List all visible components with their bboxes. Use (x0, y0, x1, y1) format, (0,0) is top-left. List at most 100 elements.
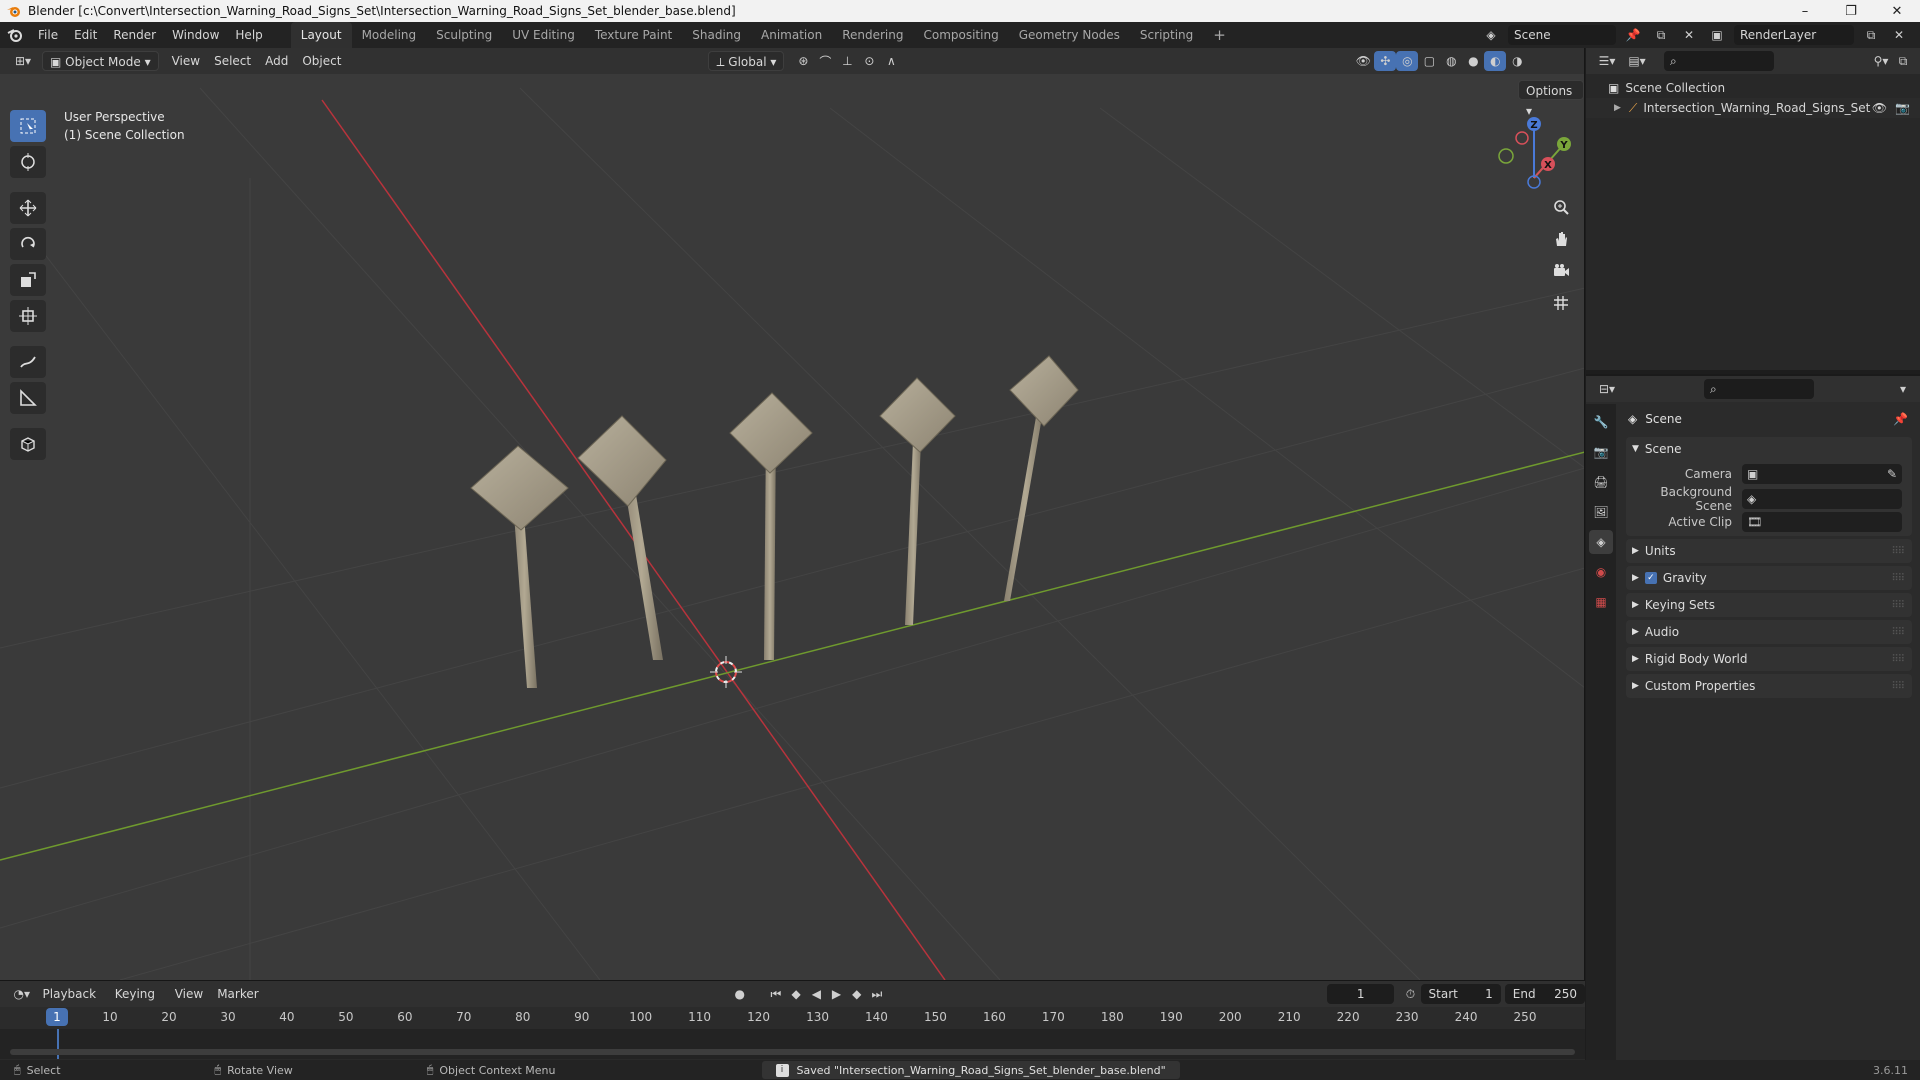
mode-selector[interactable]: ▣ Object Mode ▾ (42, 51, 159, 71)
play-reverse-icon[interactable]: ◀ (806, 984, 826, 1004)
tab-animation[interactable]: Animation (751, 22, 832, 48)
rendered-shading-icon[interactable]: ◑ (1506, 51, 1528, 71)
tool-rotate[interactable] (10, 228, 46, 260)
tool-select-box[interactable] (10, 110, 46, 142)
eye-icon[interactable]: 👁 (1872, 101, 1887, 115)
tab-sculpting[interactable]: Sculpting (426, 22, 502, 48)
options-button[interactable]: Options ▾ (1518, 80, 1584, 118)
tab-shading[interactable]: Shading (682, 22, 751, 48)
add-workspace-button[interactable]: + (1203, 22, 1236, 48)
navigation-gizmo[interactable]: Z Y X (1498, 117, 1571, 189)
camera-view-icon[interactable] (1548, 258, 1574, 284)
pin-icon[interactable]: 📌 (1622, 25, 1644, 45)
next-keyframe-icon[interactable]: ◆ (847, 984, 867, 1004)
eyedropper-icon[interactable]: ✎ (1887, 467, 1897, 481)
texture-tab-icon[interactable]: ▦ (1589, 590, 1613, 614)
panel-keying-sets[interactable]: ▶ Keying Sets ⠿⠿ (1626, 593, 1912, 617)
timeline-editor-type-icon[interactable]: ◔▾ (8, 984, 36, 1004)
view-layer-tab-icon[interactable]: 🖼 (1589, 500, 1613, 524)
outliner-editor-type-icon[interactable]: ☰▾ (1592, 51, 1622, 71)
scene-tab-icon[interactable]: ◈ (1589, 530, 1613, 554)
outliner-search-field[interactable]: ⌕ (1664, 51, 1774, 71)
proportional-edit-icon[interactable]: ⊙ (858, 51, 880, 71)
pivot-icon[interactable]: ⊛ (792, 51, 814, 71)
panel-gravity[interactable]: ▶ ✓ Gravity ⠿⠿ (1626, 566, 1912, 590)
falloff-icon[interactable]: ∧ (880, 51, 902, 71)
menu-marker[interactable]: Marker (210, 984, 265, 1004)
menu-help[interactable]: Help (227, 22, 270, 48)
drag-grip-icon[interactable]: ⠿⠿ (1891, 681, 1905, 692)
render-camera-icon[interactable]: 📷 (1895, 101, 1910, 115)
panel-rigid-body-world[interactable]: ▶ Rigid Body World ⠿⠿ (1626, 647, 1912, 671)
3d-viewport[interactable]: Z Y X ⊞▾ ▣ Object Mode ▾ View Select Add… (0, 48, 1585, 980)
tool-tab-icon[interactable]: 🔧 (1589, 410, 1613, 434)
output-tab-icon[interactable]: 🖨 (1589, 470, 1613, 494)
tool-add-cube[interactable] (10, 428, 46, 460)
start-frame-field[interactable]: Start 1 (1420, 984, 1501, 1004)
drag-grip-icon[interactable]: ⠿⠿ (1891, 546, 1905, 557)
overlay-toggle-icon[interactable]: ◎ (1396, 51, 1419, 71)
tab-modeling[interactable]: Modeling (352, 22, 427, 48)
tool-measure[interactable] (10, 382, 46, 414)
editor-type-icon[interactable]: ⊞▾ (8, 51, 38, 71)
status-report[interactable]: i Saved "Intersection_Warning_Road_Signs_… (761, 1061, 1180, 1079)
zoom-icon[interactable] (1548, 194, 1574, 220)
current-frame-field[interactable]: 1 (1326, 984, 1395, 1004)
tab-scripting[interactable]: Scripting (1130, 22, 1203, 48)
drag-grip-icon[interactable]: ⠿⠿ (1891, 600, 1905, 611)
menu-playback[interactable]: Playback ▾ (36, 984, 108, 1021)
play-icon[interactable]: ▶ (826, 984, 846, 1004)
delete-view-layer-icon[interactable]: ✕ (1888, 25, 1910, 45)
panel-audio[interactable]: ▶ Audio ⠿⠿ (1626, 620, 1912, 644)
snap-target-icon[interactable]: ⊥ (836, 51, 858, 71)
drag-grip-icon[interactable]: ⠿⠿ (1891, 654, 1905, 665)
menu-add[interactable]: Add (258, 51, 295, 71)
drag-grip-icon[interactable]: ⠿⠿ (1891, 627, 1905, 638)
timeline-scrollbar[interactable] (10, 1049, 1575, 1055)
menu-keying[interactable]: Keying ▾ (108, 984, 168, 1021)
properties-editor-type-icon[interactable]: ⊟▾ (1592, 379, 1622, 399)
tab-rendering[interactable]: Rendering (832, 22, 913, 48)
minimize-button[interactable]: – (1782, 0, 1828, 22)
ortho-grid-icon[interactable] (1548, 290, 1574, 316)
delete-scene-icon[interactable]: ✕ (1678, 25, 1700, 45)
menu-object[interactable]: Object (295, 51, 348, 71)
visibility-icon[interactable]: 👁 (1352, 51, 1374, 71)
end-frame-field[interactable]: End 250 (1504, 984, 1586, 1004)
camera-field[interactable]: ▣ ✎ (1742, 463, 1902, 484)
jump-end-icon[interactable]: ⏭ (867, 984, 887, 1004)
tab-uv-editing[interactable]: UV Editing (502, 22, 585, 48)
preview-range-icon[interactable]: ⏱ (1400, 984, 1420, 1004)
road-sign-5[interactable] (1004, 355, 1079, 601)
view-layer-browse-icon[interactable]: ▣ (1706, 25, 1728, 45)
filter-icon[interactable]: ⚲▾ (1870, 51, 1892, 71)
maximize-button[interactable]: ❐ (1828, 0, 1874, 22)
tool-scale[interactable] (10, 264, 46, 296)
properties-search-field[interactable]: ⌕ (1704, 379, 1814, 399)
scene-name-field[interactable]: Scene (1508, 25, 1616, 45)
xray-icon[interactable]: ▢ (1418, 51, 1440, 71)
menu-window[interactable]: Window (164, 22, 227, 48)
tool-transform[interactable] (10, 300, 46, 332)
road-sign-3[interactable] (729, 392, 813, 660)
new-scene-icon[interactable]: ⧉ (1650, 25, 1672, 45)
3d-cursor[interactable] (710, 656, 742, 688)
display-mode-icon[interactable]: ▤▾ (1622, 51, 1652, 71)
panel-scene-header[interactable]: ▼ Scene (1626, 437, 1912, 461)
timeline-ruler[interactable]: 1 10 20 30 40 50 60 70 80 90 100 110 120 130 140 150 16… (0, 1007, 1585, 1029)
view-layer-field[interactable]: RenderLayer (1734, 25, 1854, 45)
menu-select[interactable]: Select (207, 51, 258, 71)
new-collection-icon[interactable]: ⧉ (1892, 51, 1914, 71)
snap-icon[interactable]: ⌒ (814, 51, 836, 71)
panel-units[interactable]: ▶ Units ⠿⠿ (1626, 539, 1912, 563)
render-tab-icon[interactable]: 📷 (1589, 440, 1613, 464)
tab-layout[interactable]: Layout (290, 22, 352, 48)
expand-arrow-icon[interactable]: ▶ (1614, 103, 1621, 113)
timeline-track[interactable] (0, 1029, 1585, 1059)
road-sign-4[interactable] (879, 377, 956, 625)
world-tab-icon[interactable]: ◉ (1589, 560, 1613, 584)
tab-compositing[interactable]: Compositing (913, 22, 1008, 48)
material-shading-icon[interactable]: ◐ (1484, 51, 1507, 71)
tab-texture-paint[interactable]: Texture Paint (585, 22, 682, 48)
record-keyframe-icon[interactable]: ● (730, 984, 750, 1004)
